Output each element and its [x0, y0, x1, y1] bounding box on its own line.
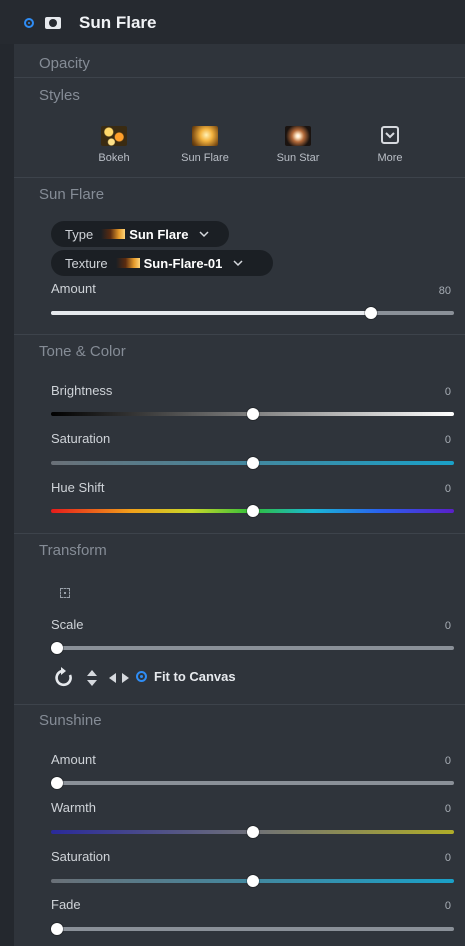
amount-value[interactable]: 80 [411, 285, 451, 297]
saturation-label: Saturation [51, 431, 111, 446]
sunshine-amount-value[interactable]: 0 [411, 755, 451, 767]
divider [14, 533, 465, 534]
left-edge-strip [0, 0, 14, 946]
texture-dropdown[interactable]: Texture Sun-Flare-01 [51, 250, 273, 276]
saturation-value[interactable]: 0 [411, 434, 451, 446]
chevron-down-box-icon [381, 126, 399, 144]
style-more-label: More [377, 152, 403, 164]
amount-label: Amount [51, 281, 96, 296]
sunshine-saturation-label: Saturation [51, 849, 111, 864]
type-label: Type [65, 226, 94, 242]
amount-slider-track[interactable] [51, 311, 454, 315]
fade-label: Fade [51, 897, 81, 912]
texture-value: Sun-Flare-01 [143, 255, 223, 271]
divider [14, 334, 465, 335]
hue-shift-label: Hue Shift [51, 480, 105, 495]
hue-shift-slider-thumb[interactable] [247, 505, 259, 517]
sunshine-amount-label: Amount [51, 752, 96, 767]
fit-to-canvas-label[interactable]: Fit to Canvas [154, 669, 236, 684]
amount-slider-fill [51, 311, 371, 315]
sunshine-amount-slider-thumb[interactable] [51, 777, 63, 789]
fit-to-canvas-radio[interactable] [136, 671, 147, 682]
type-value: Sun Flare [129, 226, 189, 242]
divider [14, 704, 465, 705]
chevron-down-icon [233, 260, 243, 267]
chevron-down-icon [199, 231, 209, 238]
style-bokeh[interactable]: Bokeh [79, 126, 149, 164]
sunshine-section-title[interactable]: Sunshine [39, 712, 102, 729]
brightness-value[interactable]: 0 [411, 386, 451, 398]
layer-title: Sun Flare [79, 13, 157, 32]
divider [14, 77, 465, 78]
flip-horizontal-icon[interactable] [108, 672, 130, 684]
saturation-slider-thumb[interactable] [247, 457, 259, 469]
opacity-label[interactable]: Opacity [39, 55, 90, 72]
sun-flare-section-title[interactable]: Sun Flare [39, 186, 104, 203]
scale-label: Scale [51, 617, 84, 632]
style-sun-flare-label: Sun Flare [181, 152, 229, 164]
brightness-label: Brightness [51, 383, 113, 398]
warmth-label: Warmth [51, 800, 97, 815]
style-more[interactable]: More [355, 126, 425, 164]
transform-section-title[interactable]: Transform [39, 542, 107, 559]
sun-flare-thumb-icon [192, 126, 218, 146]
sunshine-amount-slider-track[interactable] [51, 781, 454, 785]
sunshine-saturation-value[interactable]: 0 [411, 852, 451, 864]
fade-slider-track[interactable] [51, 927, 454, 931]
style-bokeh-label: Bokeh [98, 152, 130, 164]
style-sun-star[interactable]: Sun Star [263, 126, 333, 164]
bokeh-thumb-icon [101, 126, 127, 146]
layer-header [0, 0, 465, 44]
type-dropdown[interactable]: Type Sun Flare [51, 221, 229, 247]
scale-slider-track[interactable] [51, 646, 454, 650]
sun-star-thumb-icon [285, 126, 311, 146]
scale-slider-thumb[interactable] [51, 642, 63, 654]
warmth-slider-thumb[interactable] [247, 826, 259, 838]
texture-thumb-icon [115, 258, 140, 268]
fade-slider-thumb[interactable] [51, 923, 63, 935]
brightness-slider-thumb[interactable] [247, 408, 259, 420]
styles-section-title[interactable]: Styles [39, 87, 80, 104]
warmth-value[interactable]: 0 [411, 803, 451, 815]
flip-vertical-icon[interactable] [86, 669, 98, 687]
rotate-icon[interactable] [53, 667, 75, 689]
texture-label: Texture [65, 255, 108, 271]
type-thumb-icon [101, 229, 126, 239]
mask-icon[interactable] [45, 17, 61, 29]
style-sun-flare[interactable]: Sun Flare [170, 126, 240, 164]
style-sun-star-label: Sun Star [276, 152, 320, 164]
scale-value[interactable]: 0 [411, 620, 451, 632]
amount-slider-thumb[interactable] [365, 307, 377, 319]
fade-value[interactable]: 0 [411, 900, 451, 912]
tone-color-section-title[interactable]: Tone & Color [39, 343, 126, 360]
center-target-icon[interactable] [60, 588, 70, 598]
sunshine-saturation-slider-thumb[interactable] [247, 875, 259, 887]
hue-shift-value[interactable]: 0 [411, 483, 451, 495]
divider [14, 177, 465, 178]
enable-toggle-icon[interactable] [24, 18, 34, 28]
